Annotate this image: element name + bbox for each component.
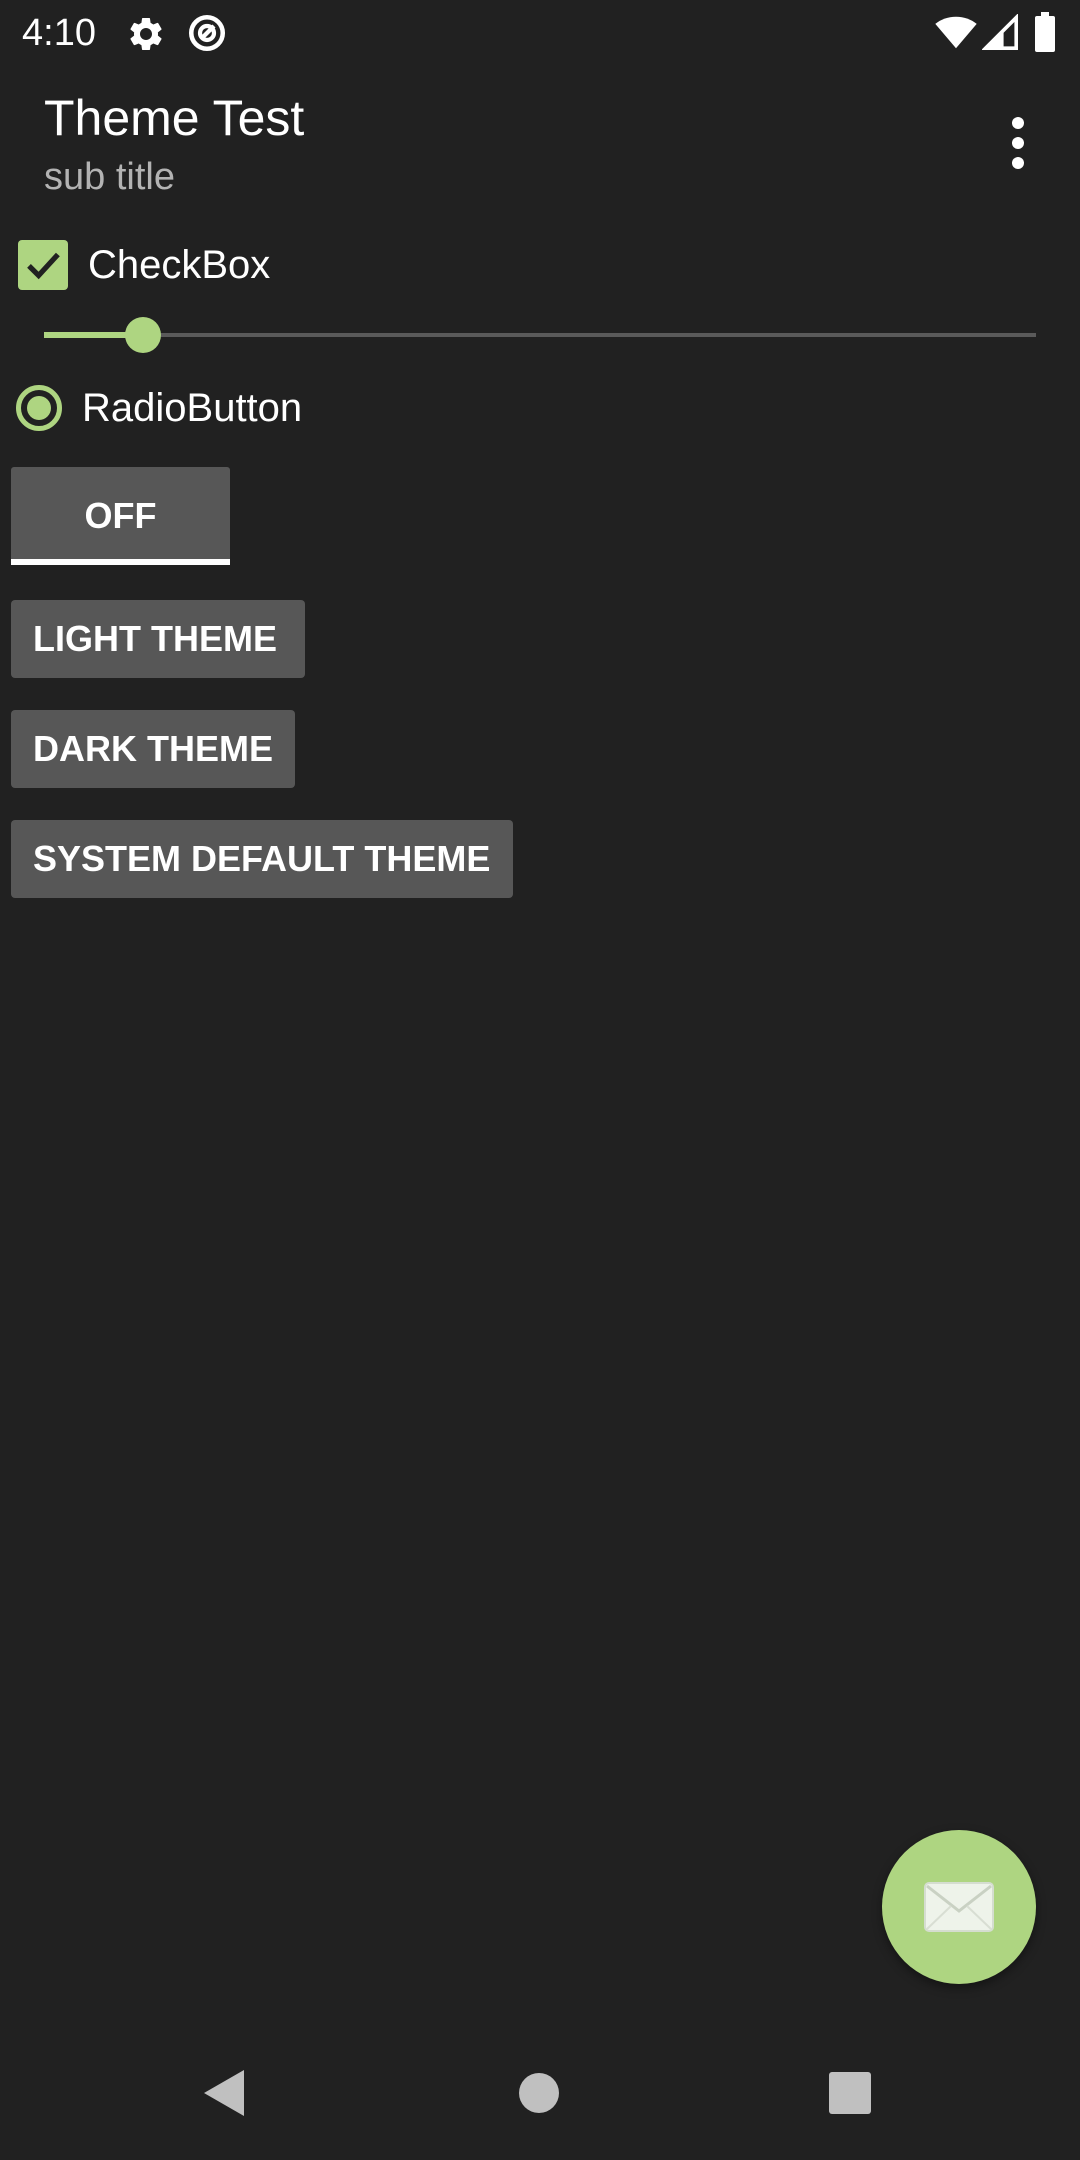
status-bar: 4:10	[0, 0, 1080, 66]
back-icon[interactable]	[202, 2068, 246, 2123]
checkbox[interactable]: CheckBox	[18, 238, 270, 292]
envelope-icon	[924, 1882, 994, 1932]
wifi-icon	[934, 14, 978, 55]
settings-icon	[126, 14, 166, 59]
slider[interactable]	[44, 316, 1036, 354]
toggle-indicator	[11, 559, 230, 565]
light-theme-button[interactable]: LIGHT THEME	[11, 600, 305, 678]
overflow-menu-icon	[1012, 117, 1024, 169]
radio-selected-icon	[16, 385, 62, 431]
radio-button[interactable]: RadioButton	[16, 380, 302, 436]
app-subtitle: sub title	[44, 156, 175, 198]
slider-track	[44, 333, 1036, 337]
light-theme-label: LIGHT THEME	[33, 618, 277, 659]
radio-button-label: RadioButton	[82, 385, 303, 430]
toggle-button-label: OFF	[84, 495, 157, 536]
system-default-theme-label: SYSTEM DEFAULT THEME	[33, 838, 491, 879]
toggle-button[interactable]: OFF	[11, 467, 230, 565]
fab-button[interactable]	[882, 1830, 1036, 1984]
system-default-theme-button[interactable]: SYSTEM DEFAULT THEME	[11, 820, 513, 898]
recents-icon[interactable]	[828, 2072, 872, 2119]
dark-theme-button[interactable]: DARK THEME	[11, 710, 295, 788]
overflow-menu-button[interactable]	[990, 110, 1046, 176]
data-saver-icon	[186, 12, 228, 59]
home-icon[interactable]	[518, 2072, 560, 2119]
status-time: 4:10	[22, 12, 96, 54]
dark-theme-label: DARK THEME	[33, 728, 273, 769]
signal-icon	[981, 13, 1018, 55]
checkbox-checked-icon	[18, 240, 68, 290]
navigation-bar	[0, 2040, 1080, 2160]
slider-thumb[interactable]	[125, 317, 161, 353]
battery-icon	[1034, 12, 1056, 57]
checkbox-label: CheckBox	[88, 242, 271, 287]
app-title: Theme Test	[44, 90, 305, 146]
